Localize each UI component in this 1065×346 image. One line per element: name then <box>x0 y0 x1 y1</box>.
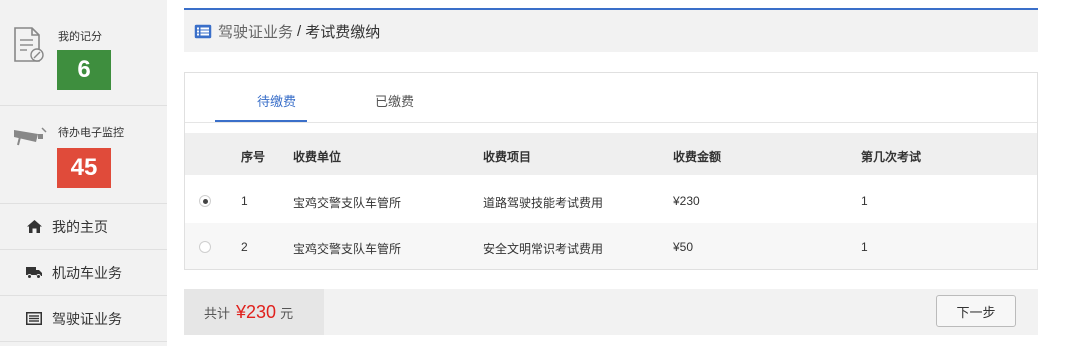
total-summary: 共计 ¥230 元 <box>184 289 324 335</box>
breadcrumb-current: 考试费缴纳 <box>305 23 381 41</box>
total-label: 共计 <box>204 305 231 321</box>
cell-exam-times: 1 <box>861 240 868 254</box>
total-unit: 元 <box>280 305 294 321</box>
column-header-index: 序号 <box>241 150 266 164</box>
payment-footer: 共计 ¥230 元 下一步 <box>184 289 1038 335</box>
fee-panel: 待缴费 已缴费 序号 收费单位 收费项目 收费金额 第几次考试 1 宝鸡交警支队… <box>184 72 1038 270</box>
cell-index: 1 <box>241 194 248 208</box>
tab-pending-payment[interactable]: 待缴费 <box>257 91 296 110</box>
monitor-count-badge[interactable]: 45 <box>57 148 111 188</box>
tab-paid[interactable]: 已缴费 <box>375 91 414 110</box>
score-count-badge[interactable]: 6 <box>57 50 111 90</box>
row-select-radio[interactable] <box>199 195 211 207</box>
home-icon <box>26 220 42 234</box>
sidebar-item-label: 驾驶证业务 <box>52 310 122 327</box>
document-edit-icon <box>12 26 46 67</box>
camera-icon <box>12 126 48 149</box>
list-icon <box>194 24 212 39</box>
breadcrumb-separator: / <box>297 22 302 40</box>
column-header-unit: 收费单位 <box>293 150 342 164</box>
cell-index: 2 <box>241 240 248 254</box>
breadcrumb: 驾驶证业务 / 考试费缴纳 <box>184 10 1038 52</box>
sidebar-item-license[interactable]: 驾驶证业务 <box>0 296 167 342</box>
column-header-item: 收费项目 <box>483 150 532 164</box>
active-tab-indicator <box>215 120 307 122</box>
total-amount: ¥230 <box>236 301 277 322</box>
cell-exam-times: 1 <box>861 194 868 208</box>
score-card-label: 我的记分 <box>58 31 102 43</box>
table-row[interactable]: 2 宝鸡交警支队车管所 安全文明常识考试费用 ¥50 1 <box>185 223 1037 269</box>
breadcrumb-parent-link[interactable]: 驾驶证业务 <box>218 21 293 42</box>
cell-item: 安全文明常识考试费用 <box>483 242 604 256</box>
cell-item: 道路驾驶技能考试费用 <box>483 196 604 210</box>
cell-amount: ¥230 <box>673 194 700 208</box>
score-card[interactable]: 我的记分 6 <box>0 8 167 106</box>
tab-bar: 待缴费 已缴费 <box>185 73 1037 123</box>
table-row[interactable]: 1 宝鸡交警支队车管所 道路驾驶技能考试费用 ¥230 1 <box>185 177 1037 223</box>
column-header-amount: 收费金额 <box>673 150 722 164</box>
sidebar-item-label: 机动车业务 <box>52 264 122 281</box>
cell-unit: 宝鸡交警支队车管所 <box>293 196 402 210</box>
license-card-icon <box>26 312 42 326</box>
sidebar-item-home[interactable]: 我的主页 <box>0 204 167 250</box>
monitor-card-label: 待办电子监控 <box>58 127 124 139</box>
sidebar: 我的记分 6 待办电子监控 45 我的主页 机动车业务 驾驶证业务 <box>0 0 167 346</box>
next-step-button[interactable]: 下一步 <box>936 295 1016 327</box>
row-select-radio[interactable] <box>199 241 211 253</box>
column-header-exam-times: 第几次考试 <box>861 150 922 164</box>
table-header: 序号 收费单位 收费项目 收费金额 第几次考试 <box>185 133 1037 175</box>
sidebar-item-vehicle[interactable]: 机动车业务 <box>0 250 167 296</box>
monitor-card[interactable]: 待办电子监控 45 <box>0 106 167 204</box>
sidebar-item-label: 我的主页 <box>52 218 108 235</box>
cell-amount: ¥50 <box>673 240 694 254</box>
cell-unit: 宝鸡交警支队车管所 <box>293 242 402 256</box>
truck-icon <box>26 266 42 280</box>
